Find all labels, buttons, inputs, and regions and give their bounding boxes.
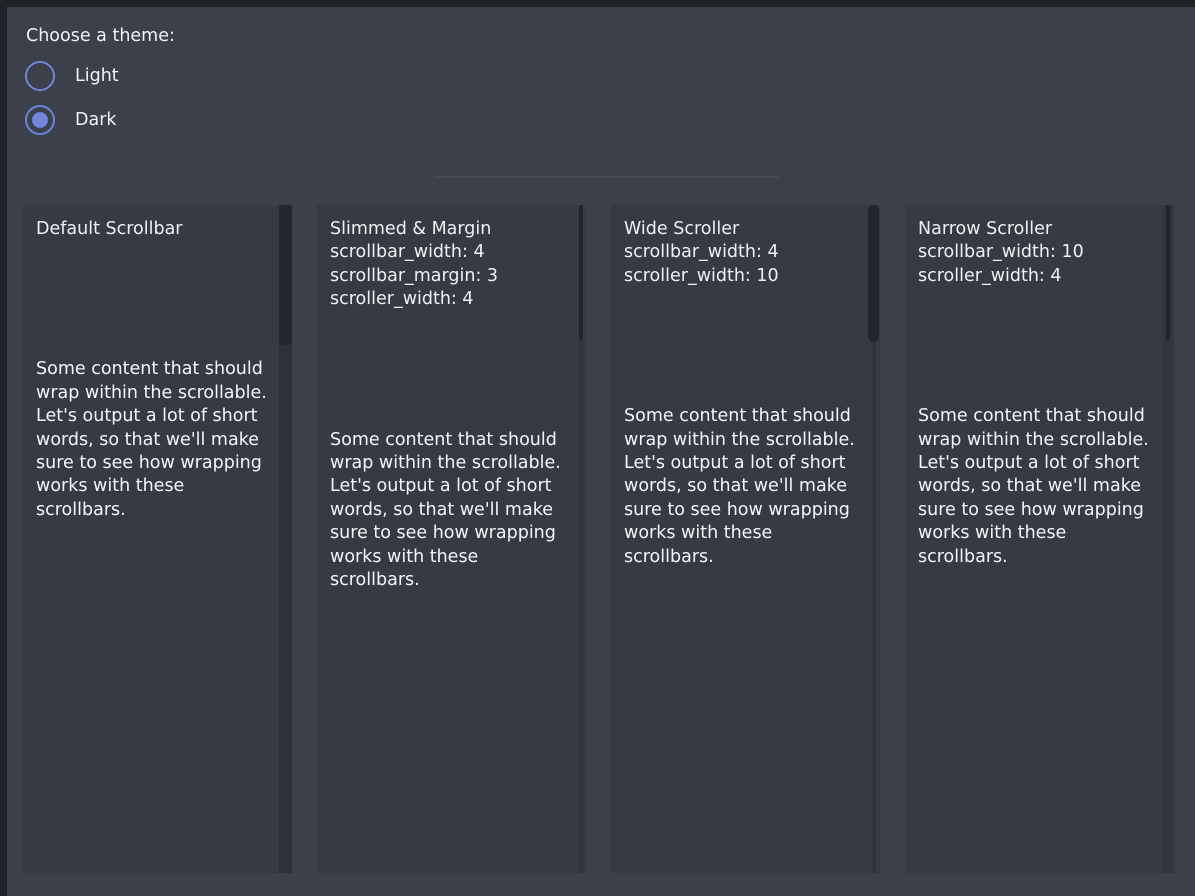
panel-body: Some content that should wrap within the…: [36, 358, 268, 522]
panel-body: Some content that should wrap within the…: [624, 405, 856, 569]
panel-header: Narrow Scroller scrollbar_width: 10 scro…: [918, 218, 1150, 288]
radio-option-light[interactable]: Light: [25, 61, 119, 91]
app-screen: Choose a theme: Light Dark Default Scrol…: [0, 0, 1195, 896]
panel-header: Slimmed & Margin scrollbar_width: 4 scro…: [330, 218, 562, 312]
panel-slimmed-margin[interactable]: Slimmed & Margin scrollbar_width: 4 scro…: [317, 205, 586, 873]
scrollbar-thumb[interactable]: [1166, 205, 1170, 340]
panel-body: Some content that should wrap within the…: [918, 405, 1150, 569]
panel-default-scrollbar[interactable]: Default Scrollbar Some content that shou…: [23, 205, 292, 873]
scrollbar-thumb[interactable]: [579, 205, 583, 340]
radio-option-dark[interactable]: Dark: [25, 105, 117, 135]
theme-prompt: Choose a theme:: [26, 24, 175, 48]
radio-label-dark: Dark: [75, 110, 117, 130]
radio-selected-icon[interactable]: [25, 105, 55, 135]
scrollbar-thumb[interactable]: [279, 205, 292, 345]
radio-label-light: Light: [75, 66, 119, 86]
panel-header: Wide Scroller scrollbar_width: 4 scrolle…: [624, 218, 856, 288]
radio-dot: [32, 112, 48, 128]
panel-narrow-scroller[interactable]: Narrow Scroller scrollbar_width: 10 scro…: [905, 205, 1174, 873]
scrollbar-thumb[interactable]: [868, 205, 879, 342]
panel-wide-scroller[interactable]: Wide Scroller scrollbar_width: 4 scrolle…: [611, 205, 880, 873]
radio-unselected-icon[interactable]: [25, 61, 55, 91]
section-divider: [434, 176, 779, 178]
scrollbar-demo-row: Default Scrollbar Some content that shou…: [23, 205, 1174, 873]
panel-header: Default Scrollbar: [36, 218, 268, 241]
panel-body: Some content that should wrap within the…: [330, 429, 562, 593]
